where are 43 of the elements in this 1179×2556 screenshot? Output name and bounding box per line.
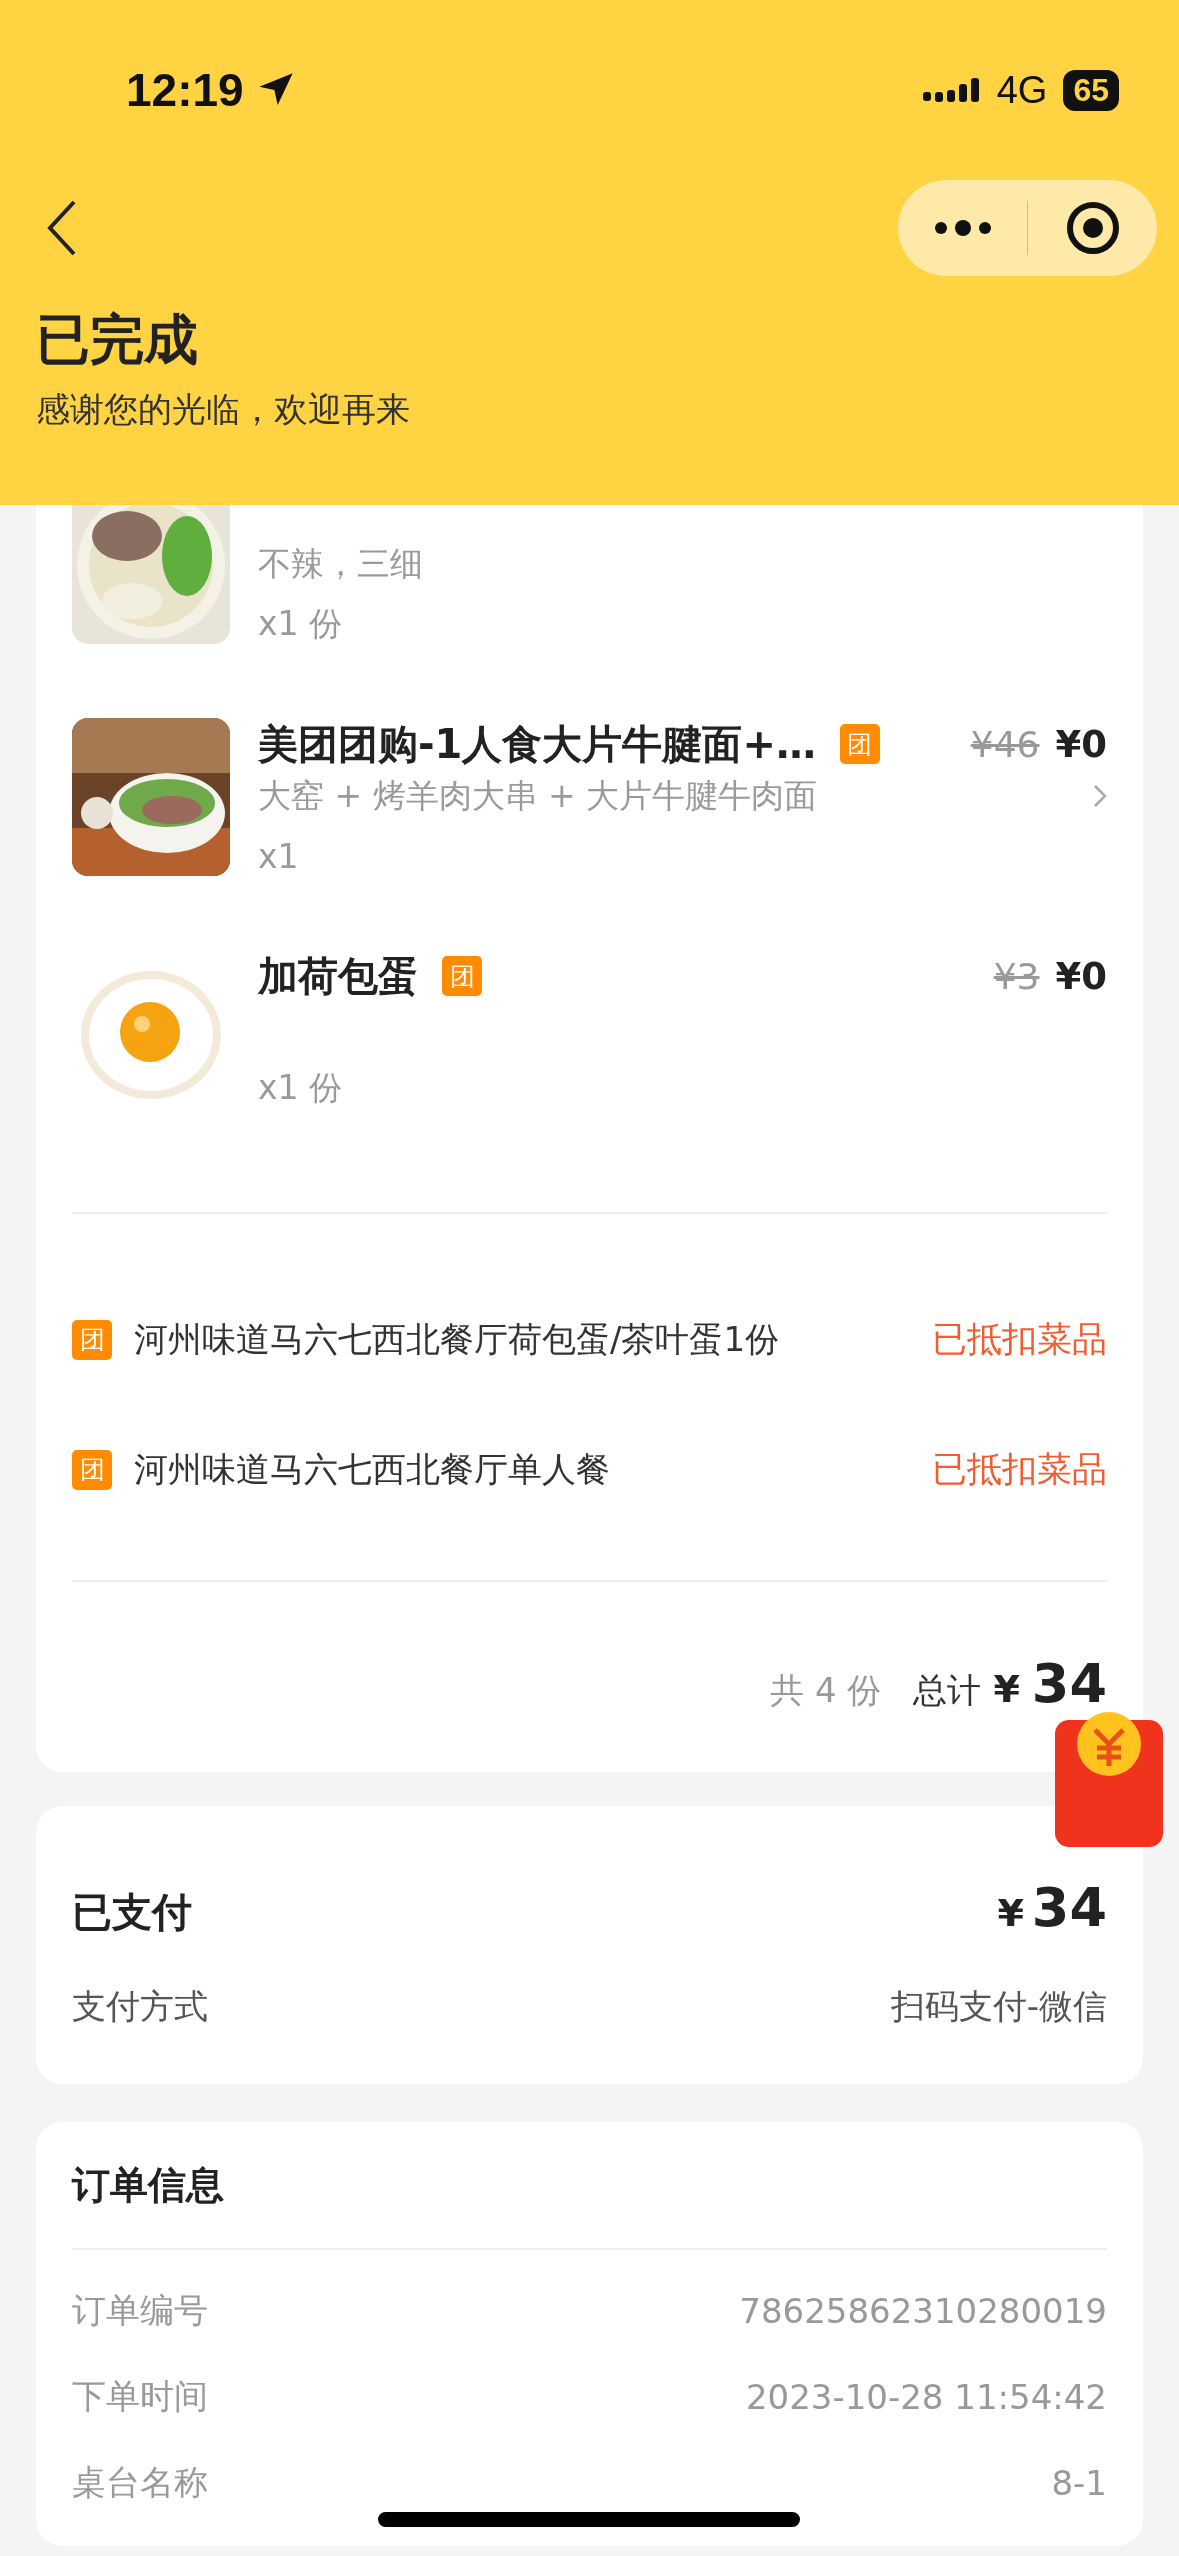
total-amount: 34	[1031, 1652, 1107, 1715]
payment-method-label: 支付方式	[72, 1985, 208, 2028]
page-title: 已完成	[36, 307, 199, 373]
item-quantity: x1 份	[258, 1066, 342, 1109]
payment-method: 扫码支付-微信	[890, 1985, 1107, 2028]
more-icon	[932, 220, 993, 236]
voucher-name: 河州味道马六七西北餐厅荷包蛋/茶叶蛋1份	[134, 1317, 781, 1361]
voucher-status: 已抵扣菜品	[932, 1448, 1107, 1491]
item-price: ¥0	[1055, 954, 1107, 998]
coin-envelope-icon[interactable]	[1055, 1712, 1163, 1847]
paid-amount: 34	[1031, 1876, 1107, 1939]
currency-sign: ¥	[997, 1891, 1024, 1935]
info-label: 下单时间	[72, 2375, 208, 2418]
battery-indicator: 65	[1063, 69, 1119, 111]
original-price: ¥3	[993, 955, 1040, 997]
section-title: 订单信息	[72, 2161, 224, 2209]
total-label: 总计	[913, 1669, 982, 1712]
status-time: 12:19	[126, 63, 244, 117]
item-quantity: x1	[258, 836, 299, 876]
item-spec: 不辣，三细	[258, 542, 423, 585]
group-buy-badge: 团	[72, 1319, 112, 1360]
info-value: 8-1	[1051, 2463, 1107, 2503]
item-name: 美团团购-1人食大片牛腱面+…	[258, 719, 816, 769]
item-count: 共 4 份	[770, 1669, 882, 1712]
item-quantity: x1 份	[258, 602, 342, 645]
original-price: ¥46	[970, 723, 1040, 765]
voucher-name: 河州味道马六七西北餐厅单人餐	[134, 1447, 611, 1491]
info-value: 2023-10-28 11:54:42	[745, 2377, 1107, 2417]
item-price: ¥0	[1055, 722, 1107, 766]
network-label: 4G	[996, 68, 1048, 112]
group-buy-badge: 团	[442, 956, 482, 996]
item-spec: 大窑 + 烤羊肉大串 + 大片牛腱牛肉面	[258, 774, 818, 817]
item-name: 加荷包蛋	[258, 951, 418, 1001]
info-label: 订单编号	[72, 2289, 208, 2332]
currency-sign: ¥	[993, 1667, 1020, 1711]
page-subtitle: 感谢您的光临，欢迎再来	[36, 388, 411, 431]
payment-status: 已支付	[72, 1888, 192, 1937]
info-label: 桌台名称	[72, 2461, 208, 2504]
group-buy-badge: 团	[72, 1449, 112, 1490]
group-buy-badge: 团	[839, 724, 880, 764]
info-value: 78625862310280019	[739, 2291, 1107, 2331]
voucher-status: 已抵扣菜品	[932, 1318, 1107, 1361]
target-icon	[1065, 201, 1120, 255]
